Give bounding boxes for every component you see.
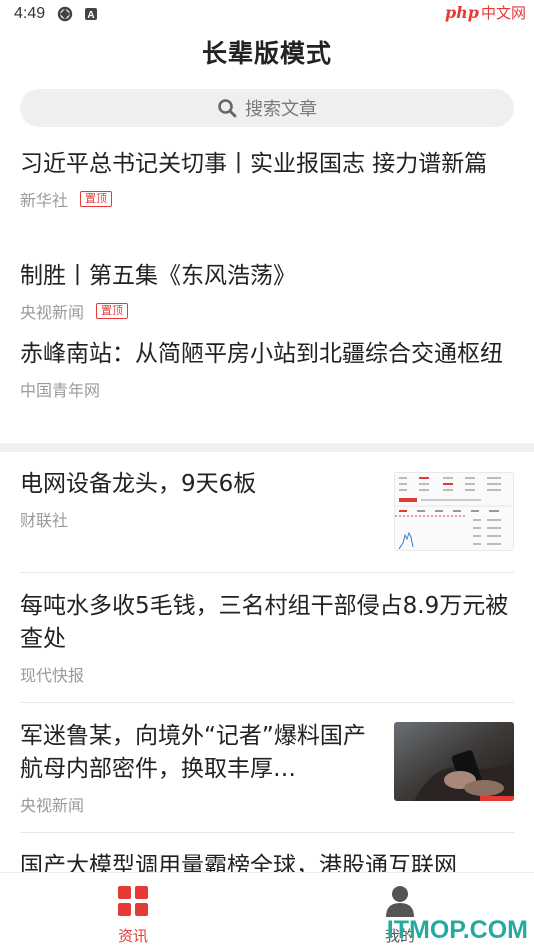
user-icon [386,886,414,917]
stock-chart-thumbnail[interactable] [394,472,514,551]
search-placeholder: 搜索文章 [245,99,317,120]
pinned-article[interactable]: 习近平总书记关切事丨实业报国志 接力谱新篇 新华社 置顶 [20,148,514,211]
search-icon [218,99,237,118]
status-bar: 4:49 A php 中文网 [0,0,534,28]
pinned-badge: 置顶 [80,191,113,207]
list-divider [20,702,514,703]
notification-a-icon: A [85,8,98,21]
article-title: 每吨水多收5毛钱，三名村组干部侵占8.9万元被查处 [20,593,509,652]
article-title: 赤峰南站：从简陋平房小站到北疆综合交通枢纽 [20,341,503,367]
site-watermark: ITMOP.COM [386,916,528,944]
pinned-article[interactable]: 制胜丨第五集《东风浩荡》 央视新闻 置顶 [20,260,514,323]
nav-news[interactable]: 资讯 [103,885,163,946]
article-source: 中国青年网 [20,381,101,400]
php-logo: php [444,3,479,22]
pinned-article[interactable]: 赤峰南站：从简陋平房小站到北疆综合交通枢纽 中国青年网 [20,338,514,401]
article-title: 习近平总书记关切事丨实业报国志 接力谱新篇 [20,151,488,177]
news-article[interactable]: 军迷鲁某，向境外“记者”爆料国产航母内部密件，换取丰厚… 央视新闻 [20,720,380,816]
sync-icon [57,6,73,22]
php-cn-text: 中文网 [480,4,526,22]
article-source: 现代快报 [20,666,85,685]
article-source: 财联社 [20,511,69,530]
php-watermark: php 中文网 [445,2,526,23]
svg-text:A: A [88,10,95,21]
article-source: 新华社 [20,191,69,210]
article-title: 军迷鲁某，向境外“记者”爆料国产航母内部密件，换取丰厚… [20,723,366,782]
article-title: 国产大模型调用量霸榜全球，港股通互联网 [20,853,457,872]
search-bar[interactable]: 搜索文章 [20,89,514,127]
list-divider [20,572,514,573]
phone-in-hand-image [394,722,514,801]
article-source: 央视新闻 [20,303,85,322]
section-divider [0,443,534,452]
status-time: 4:49 [14,5,46,22]
stock-chart-image [395,473,513,550]
news-article[interactable]: 国产大模型调用量霸榜全球，港股通互联网 [20,850,514,872]
article-title: 电网设备龙头，9天6板 [20,471,257,497]
news-article[interactable]: 电网设备龙头，9天6板 财联社 [20,468,380,531]
article-source: 央视新闻 [20,796,85,815]
article-title: 制胜丨第五集《东风浩荡》 [20,263,296,289]
grid-icon [118,886,148,916]
pinned-badge: 置顶 [96,303,129,319]
list-divider [20,832,514,833]
page-title: 长辈版模式 [201,39,332,68]
nav-news-label: 资讯 [117,927,148,945]
phone-in-hand-thumbnail[interactable] [394,722,514,801]
news-article[interactable]: 每吨水多收5毛钱，三名村组干部侵占8.9万元被查处 现代快报 [20,590,514,686]
